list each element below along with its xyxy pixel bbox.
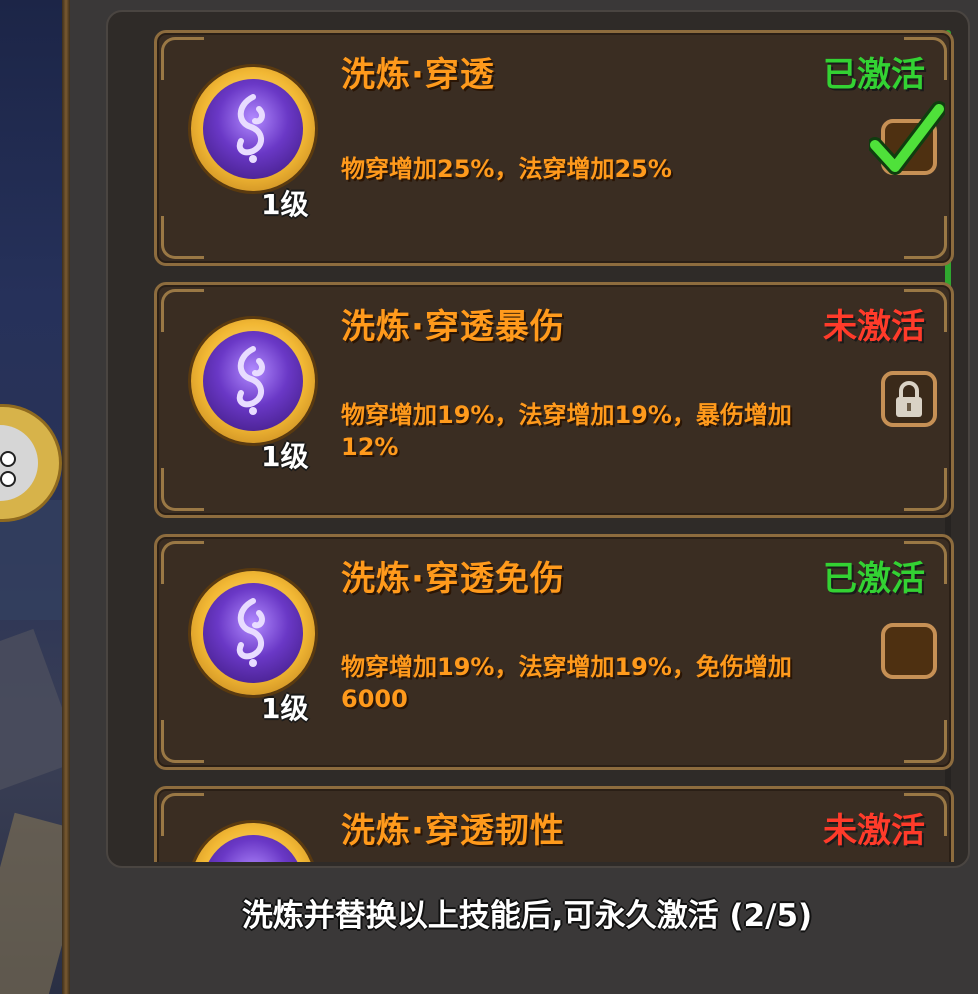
purple-swirl-orb-icon[interactable]: [191, 823, 315, 862]
purple-swirl-orb-icon[interactable]: [191, 571, 315, 695]
skill-title: 洗炼·穿透: [341, 55, 495, 95]
green-checkmark-icon: [869, 101, 945, 175]
skill-card-clip: 洗炼·穿透韧性 未激活: [154, 786, 954, 862]
card-corner-ornament: [161, 793, 204, 836]
skill-title: 洗炼·穿透韧性: [341, 811, 565, 851]
purple-swirl-orb-icon[interactable]: [191, 67, 315, 191]
skill-card[interactable]: 1级 洗炼·穿透免伤 已激活 物穿增加19%，法穿增加19%，免伤增加6000: [154, 534, 954, 770]
card-corner-ornament: [161, 541, 204, 584]
status-active-label: 已激活: [823, 55, 925, 95]
skill-level: 1级: [261, 440, 309, 473]
background-decoration: [0, 628, 62, 792]
purple-swirl-orb-icon[interactable]: [191, 319, 315, 443]
card-corner-ornament: [904, 468, 947, 511]
card-corner-ornament: [161, 468, 204, 511]
padlock-icon: [896, 381, 922, 417]
skill-card[interactable]: 洗炼·穿透韧性 未激活: [154, 786, 954, 862]
card-corner-ornament: [904, 216, 947, 259]
locked-slot[interactable]: [881, 371, 937, 427]
avatar-face: [0, 425, 38, 501]
skill-description: 物穿增加19%，法穿增加19%，暴伤增加12%: [341, 401, 792, 461]
panel-left-border: [62, 0, 70, 994]
card-corner-ornament: [904, 720, 947, 763]
avatar-eye: [0, 471, 16, 487]
card-corner-ornament: [161, 289, 204, 332]
skill-title: 洗炼·穿透免伤: [341, 559, 565, 599]
activate-checkbox[interactable]: [881, 623, 937, 679]
status-active-label: 已激活: [823, 559, 925, 599]
activation-progress-text: 洗炼并替换以上技能后,可永久激活 (2/5): [241, 898, 813, 934]
status-inactive-label: 未激活: [823, 811, 925, 851]
card-corner-ornament: [161, 216, 204, 259]
skill-title: 洗炼·穿透暴伤: [341, 307, 565, 347]
skill-card[interactable]: 1级 洗炼·穿透 已激活 物穿增加25%，法穿增加25%: [154, 30, 954, 266]
skill-description: 物穿增加19%，法穿增加19%，免伤增加6000: [341, 653, 792, 713]
card-corner-ornament: [161, 720, 204, 763]
card-corner-ornament: [161, 37, 204, 80]
skill-description: 物穿增加25%，法穿增加25%: [341, 155, 672, 183]
status-inactive-label: 未激活: [823, 307, 925, 347]
skill-card[interactable]: 1级 洗炼·穿透暴伤 未激活 物穿增加19%，法穿增加19%，暴伤增加12%: [154, 282, 954, 518]
skill-level: 1级: [261, 188, 309, 221]
avatar-eye: [0, 451, 16, 467]
skill-level: 1级: [261, 692, 309, 725]
